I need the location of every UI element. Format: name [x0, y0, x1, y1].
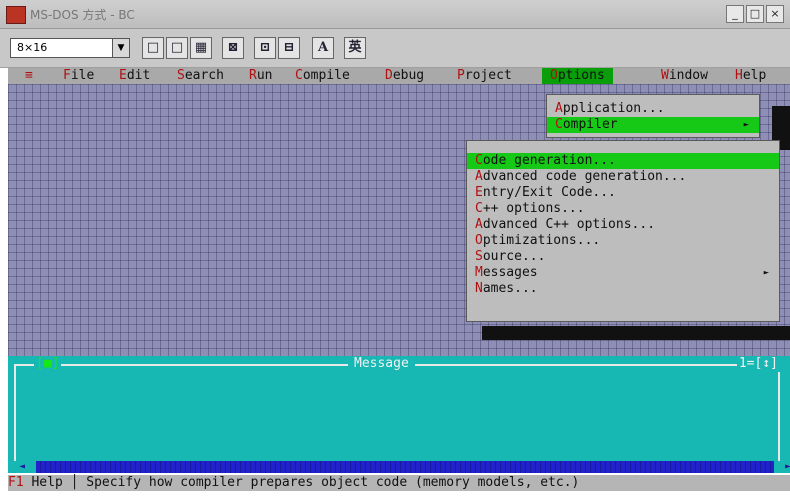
- menu-help[interactable]: Help: [732, 68, 769, 84]
- menu-system[interactable]: ≡: [22, 68, 36, 84]
- fullscreen-button[interactable]: ⊠: [222, 37, 244, 59]
- submenu-arrow-icon: ►: [743, 120, 749, 130]
- font-size-select[interactable]: 8×16 ▼: [10, 38, 130, 58]
- menu-edit[interactable]: Edit: [116, 68, 153, 84]
- close-button[interactable]: ×: [766, 5, 784, 23]
- window-title: MS-DOS 方式 - BC: [30, 8, 135, 22]
- status-hint: Help │ Specify how compiler prepares obj…: [23, 475, 580, 490]
- paste-button[interactable]: ▦: [190, 37, 212, 59]
- scroll-left-icon[interactable]: ◄: [8, 461, 36, 473]
- menu-project[interactable]: Project: [454, 68, 515, 84]
- properties-button[interactable]: ⊡: [254, 37, 276, 59]
- message-title: Message: [348, 356, 415, 372]
- compiler-item-advanced-cpp-options[interactable]: Advanced C++ options...: [467, 217, 779, 233]
- dos-toolbar: 8×16 ▼ □ □ ▦ ⊠ ⊡ ⊟ A 英: [0, 29, 790, 68]
- status-bar: F1 Help │ Specify how compiler prepares …: [8, 475, 790, 491]
- background-button[interactable]: ⊟: [278, 37, 300, 59]
- status-f1-key[interactable]: F1: [8, 475, 24, 490]
- options-item-compiler[interactable]: Compiler ►: [547, 117, 759, 133]
- message-frame: [14, 364, 780, 462]
- window-titlebar[interactable]: MS-DOS 方式 - BC _ □ ×: [0, 0, 790, 29]
- compiler-item-source[interactable]: Source...: [467, 249, 779, 265]
- menu-search[interactable]: Search: [174, 68, 227, 84]
- options-item-application[interactable]: Application...: [547, 101, 759, 117]
- menu-run[interactable]: Run: [246, 68, 275, 84]
- menu-window[interactable]: Window: [658, 68, 711, 84]
- font-button[interactable]: A: [312, 37, 334, 59]
- compiler-item-advanced-code-generation[interactable]: Advanced code generation...: [467, 169, 779, 185]
- compiler-item-cpp-options[interactable]: C++ options...: [467, 201, 779, 217]
- ime-button[interactable]: 英: [344, 37, 366, 59]
- menu-debug[interactable]: Debug: [382, 68, 427, 84]
- compiler-submenu-shadow: [482, 326, 790, 340]
- horizontal-scrollbar[interactable]: ◄ ►: [8, 461, 790, 473]
- maximize-button[interactable]: □: [746, 5, 764, 23]
- menu-options[interactable]: Options: [542, 68, 613, 84]
- compiler-item-names[interactable]: Names...: [467, 281, 779, 297]
- app-icon: [6, 6, 26, 24]
- minimize-button[interactable]: _: [726, 5, 744, 23]
- options-menu: Application... Compiler ►: [546, 94, 760, 138]
- font-size-value: 8×16: [17, 41, 48, 54]
- chevron-down-icon[interactable]: ▼: [112, 39, 129, 57]
- message-close-button[interactable]: [■]: [34, 356, 62, 372]
- submenu-arrow-icon: ►: [763, 268, 769, 278]
- menu-compile[interactable]: Compile: [292, 68, 353, 84]
- compiler-item-messages[interactable]: Messages ►: [467, 265, 779, 281]
- window-controls: _ □ ×: [726, 5, 784, 23]
- compiler-item-entry-exit-code[interactable]: Entry/Exit Code...: [467, 185, 779, 201]
- compiler-item-optimizations[interactable]: Optimizations...: [467, 233, 779, 249]
- copy-button[interactable]: □: [166, 37, 188, 59]
- ide-menubar: ≡ File Edit Search Run Compile Debug Pro…: [8, 68, 790, 84]
- mark-button[interactable]: □: [142, 37, 164, 59]
- dos-screen: ≡ File Edit Search Run Compile Debug Pro…: [8, 68, 790, 497]
- compiler-submenu: Code generation... Advanced code generat…: [466, 140, 780, 322]
- message-window: [■] Message 1=[↕]: [8, 356, 790, 462]
- message-window-controls[interactable]: 1=[↕]: [736, 356, 780, 372]
- scroll-right-icon[interactable]: ►: [774, 461, 790, 473]
- menu-file[interactable]: File: [60, 68, 97, 84]
- compiler-item-code-generation[interactable]: Code generation...: [467, 153, 779, 169]
